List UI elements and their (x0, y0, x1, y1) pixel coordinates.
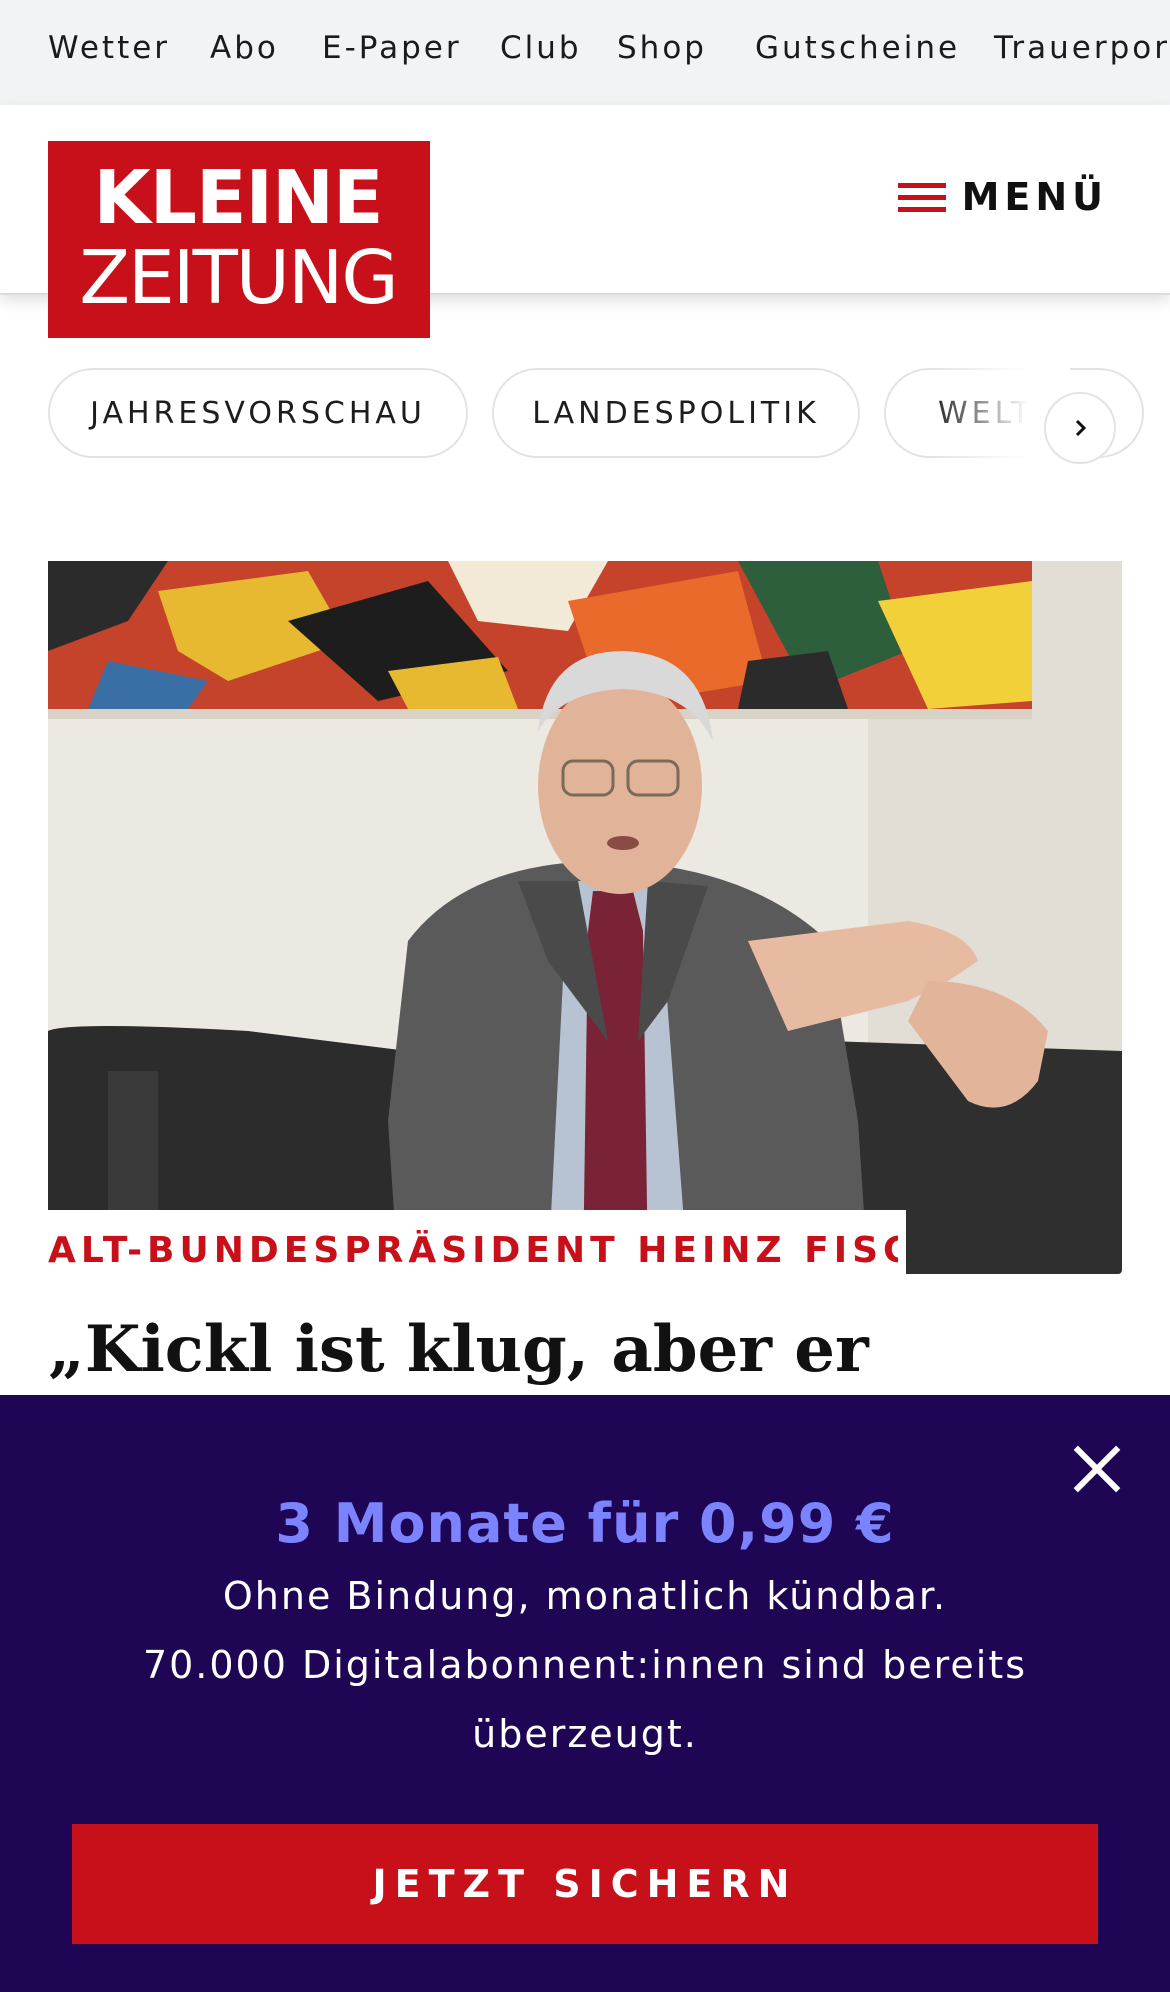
offer-text-line1: Ohne Bindung, monatlich kündbar. (222, 1574, 948, 1618)
utility-nav: Wetter Abo E-Paper Club Shop Gutscheine … (0, 0, 1170, 105)
menu-button[interactable]: MENÜ (898, 167, 1108, 227)
utility-link-wetter[interactable]: Wetter (48, 30, 170, 66)
logo-text-line2: ZEITUNG (79, 235, 398, 321)
hamburger-icon (898, 179, 946, 215)
utility-link-abo[interactable]: Abo (210, 30, 279, 66)
topic-pill-landespolitik[interactable]: LANDESPOLITIK (492, 368, 860, 458)
article-kicker[interactable]: ALT-BUNDESPRÄSIDENT HEINZ FISC… (48, 1230, 898, 1271)
site-logo[interactable]: KLEINE ZEITUNG (48, 141, 430, 338)
close-icon[interactable] (1072, 1443, 1124, 1495)
subscribe-button[interactable]: JETZT SICHERN (72, 1824, 1098, 1944)
offer-title: 3 Monate für 0,99 € (275, 1492, 895, 1555)
topic-pill-jahresvorschau[interactable]: JAHRESVORSCHAU (48, 368, 468, 458)
article-headline[interactable]: „Kickl ist klug, aber er (48, 1310, 1122, 1390)
chevron-right-icon[interactable] (1044, 392, 1116, 464)
offer-text-line3: überzeugt. (472, 1712, 698, 1756)
utility-link-gutscheine[interactable]: Gutscheine (755, 30, 960, 66)
utility-link-trauerportal[interactable]: Trauerportal (994, 30, 1170, 66)
utility-link-club[interactable]: Club (500, 30, 582, 66)
offer-text-line2: 70.000 Digitalabonnent:innen sind bereit… (142, 1643, 1028, 1687)
article-hero-image[interactable] (48, 561, 1122, 1274)
logo-text-line1: KLEINE (93, 155, 383, 241)
menu-label: MENÜ (961, 175, 1108, 219)
site-header: KLEINE ZEITUNG MENÜ (0, 105, 1170, 338)
topic-pills: JAHRESVORSCHAU LANDESPOLITIK WELT (0, 368, 1170, 460)
utility-link-shop[interactable]: Shop (617, 30, 707, 66)
utility-link-epaper[interactable]: E-Paper (322, 30, 462, 66)
